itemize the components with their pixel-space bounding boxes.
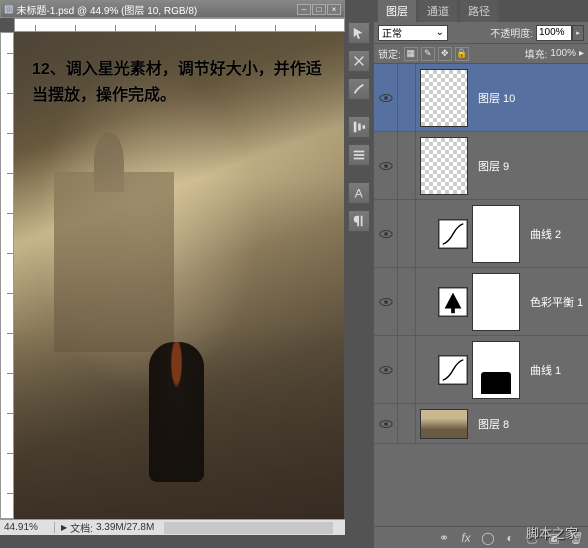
watermark-text: 脚本之家 xyxy=(526,523,578,542)
adjustment-icon[interactable] xyxy=(438,219,468,249)
side-toolbar: A xyxy=(345,0,373,548)
lock-all-icon[interactable]: 🔒 xyxy=(455,47,469,61)
tab-layers[interactable]: 图层 xyxy=(377,0,417,22)
visibility-toggle[interactable] xyxy=(374,336,398,403)
visibility-toggle[interactable] xyxy=(374,200,398,267)
visibility-toggle[interactable] xyxy=(374,64,398,131)
layers-list: 图层 10 图层 9 曲线 2 xyxy=(374,64,588,526)
layer-name[interactable]: 曲线 1 xyxy=(530,362,561,378)
link-column[interactable] xyxy=(398,268,416,335)
maximize-button[interactable]: □ xyxy=(312,4,326,15)
opacity-label: 不透明度: xyxy=(490,25,533,40)
ps-file-icon: ▧ xyxy=(4,4,13,15)
lock-position-icon[interactable]: ✥ xyxy=(438,47,452,61)
layer-thumbnail[interactable] xyxy=(420,69,468,127)
document-window: ▧ 未标题-1.psd @ 44.9% (图层 10, RGB/8) – □ ×… xyxy=(0,0,345,535)
adjustment-layer-icon[interactable]: ◐ xyxy=(502,530,518,546)
tab-paths[interactable]: 路径 xyxy=(459,0,499,22)
layer-row[interactable]: 图层 9 xyxy=(374,132,588,200)
info-arrow-icon[interactable]: ▶ xyxy=(61,523,67,532)
text-tool-icon[interactable]: A xyxy=(348,182,370,204)
document-statusbar: 44.91% ▶ 文档: 3.39M/27.8M xyxy=(0,519,345,535)
paragraph-tool-icon[interactable] xyxy=(348,210,370,232)
link-column[interactable] xyxy=(398,132,416,199)
link-layers-icon[interactable]: ⚭ xyxy=(436,530,452,546)
fill-label: 填充: xyxy=(525,46,548,61)
horizontal-scrollbar[interactable] xyxy=(164,522,333,534)
visibility-toggle[interactable] xyxy=(374,132,398,199)
link-column[interactable] xyxy=(398,200,416,267)
layer-name[interactable]: 曲线 2 xyxy=(530,226,561,242)
layer-name[interactable]: 色彩平衡 1 xyxy=(530,294,583,310)
canvas-area[interactable]: 12、调入星光素材，调节好大小，并作适当摆放，操作完成。 xyxy=(14,32,345,519)
svg-text:A: A xyxy=(355,186,364,200)
layer-name[interactable]: 图层 10 xyxy=(478,90,515,106)
blend-mode-select[interactable]: 正常 ⌄ xyxy=(378,25,448,41)
layer-fx-icon[interactable]: fx xyxy=(458,530,474,546)
layer-row[interactable]: 曲线 1 xyxy=(374,336,588,404)
vertical-ruler xyxy=(0,32,14,519)
close-button[interactable]: × xyxy=(327,4,341,15)
horizontal-ruler xyxy=(14,18,345,32)
document-title: 未标题-1.psd @ 44.9% (图层 10, RGB/8) xyxy=(16,2,297,17)
visibility-toggle[interactable] xyxy=(374,404,398,443)
link-column[interactable] xyxy=(398,336,416,403)
link-column[interactable] xyxy=(398,404,416,443)
link-column[interactable] xyxy=(398,64,416,131)
file-info-label: 文档: xyxy=(70,520,93,535)
minimize-button[interactable]: – xyxy=(297,4,311,15)
fill-arrow-icon[interactable]: ▸ xyxy=(579,48,584,59)
opacity-arrow-icon[interactable]: ▸ xyxy=(572,25,584,41)
tab-channels[interactable]: 通道 xyxy=(418,0,458,22)
opacity-input[interactable]: 100% xyxy=(536,25,572,41)
brush-tool-icon[interactable] xyxy=(348,78,370,100)
panel-tabs: 图层 通道 路径 xyxy=(374,0,588,22)
mask-thumbnail[interactable] xyxy=(472,273,520,331)
layers-panel: 图层 通道 路径 正常 ⌄ 不透明度: 100% ▸ 锁定: ▦ ✎ ✥ 🔒 填… xyxy=(373,0,588,548)
file-info-value: 3.39M/27.8M xyxy=(96,522,154,533)
document-titlebar: ▧ 未标题-1.psd @ 44.9% (图层 10, RGB/8) – □ × xyxy=(0,0,345,18)
lock-transparency-icon[interactable]: ▦ xyxy=(404,47,418,61)
distribute-tool-icon[interactable] xyxy=(348,144,370,166)
chevron-down-icon: ⌄ xyxy=(436,27,444,38)
layer-thumbnail[interactable] xyxy=(420,409,468,439)
layer-thumbnail[interactable] xyxy=(420,137,468,195)
layer-name[interactable]: 图层 9 xyxy=(478,158,509,174)
visibility-toggle[interactable] xyxy=(374,268,398,335)
layer-row[interactable]: 曲线 2 xyxy=(374,200,588,268)
adjustment-icon[interactable] xyxy=(438,355,468,385)
layer-name[interactable]: 图层 8 xyxy=(478,416,509,432)
layer-row[interactable]: 图层 10 xyxy=(374,64,588,132)
adjustment-icon[interactable] xyxy=(438,287,468,317)
canvas-image: 12、调入星光素材，调节好大小，并作适当摆放，操作完成。 xyxy=(14,32,344,519)
align-tool-icon[interactable] xyxy=(348,116,370,138)
arrow-tool-icon[interactable] xyxy=(348,22,370,44)
mask-thumbnail[interactable] xyxy=(472,205,520,263)
lock-paint-icon[interactable]: ✎ xyxy=(421,47,435,61)
canvas-instruction-text: 12、调入星光素材，调节好大小，并作适当摆放，操作完成。 xyxy=(32,57,334,108)
lock-label: 锁定: xyxy=(378,46,401,61)
add-mask-icon[interactable]: ◯ xyxy=(480,530,496,546)
layer-row[interactable]: 色彩平衡 1 xyxy=(374,268,588,336)
zoom-display[interactable]: 44.91% xyxy=(0,522,55,533)
tools-1-icon[interactable] xyxy=(348,50,370,72)
panel-options-row: 正常 ⌄ 不透明度: 100% ▸ xyxy=(374,22,588,44)
panel-lock-row: 锁定: ▦ ✎ ✥ 🔒 填充: 100% ▸ xyxy=(374,44,588,64)
layer-row[interactable]: 图层 8 xyxy=(374,404,588,444)
blend-mode-value: 正常 xyxy=(382,25,402,40)
fill-input[interactable]: 100% xyxy=(550,48,576,59)
mask-thumbnail[interactable] xyxy=(472,341,520,399)
